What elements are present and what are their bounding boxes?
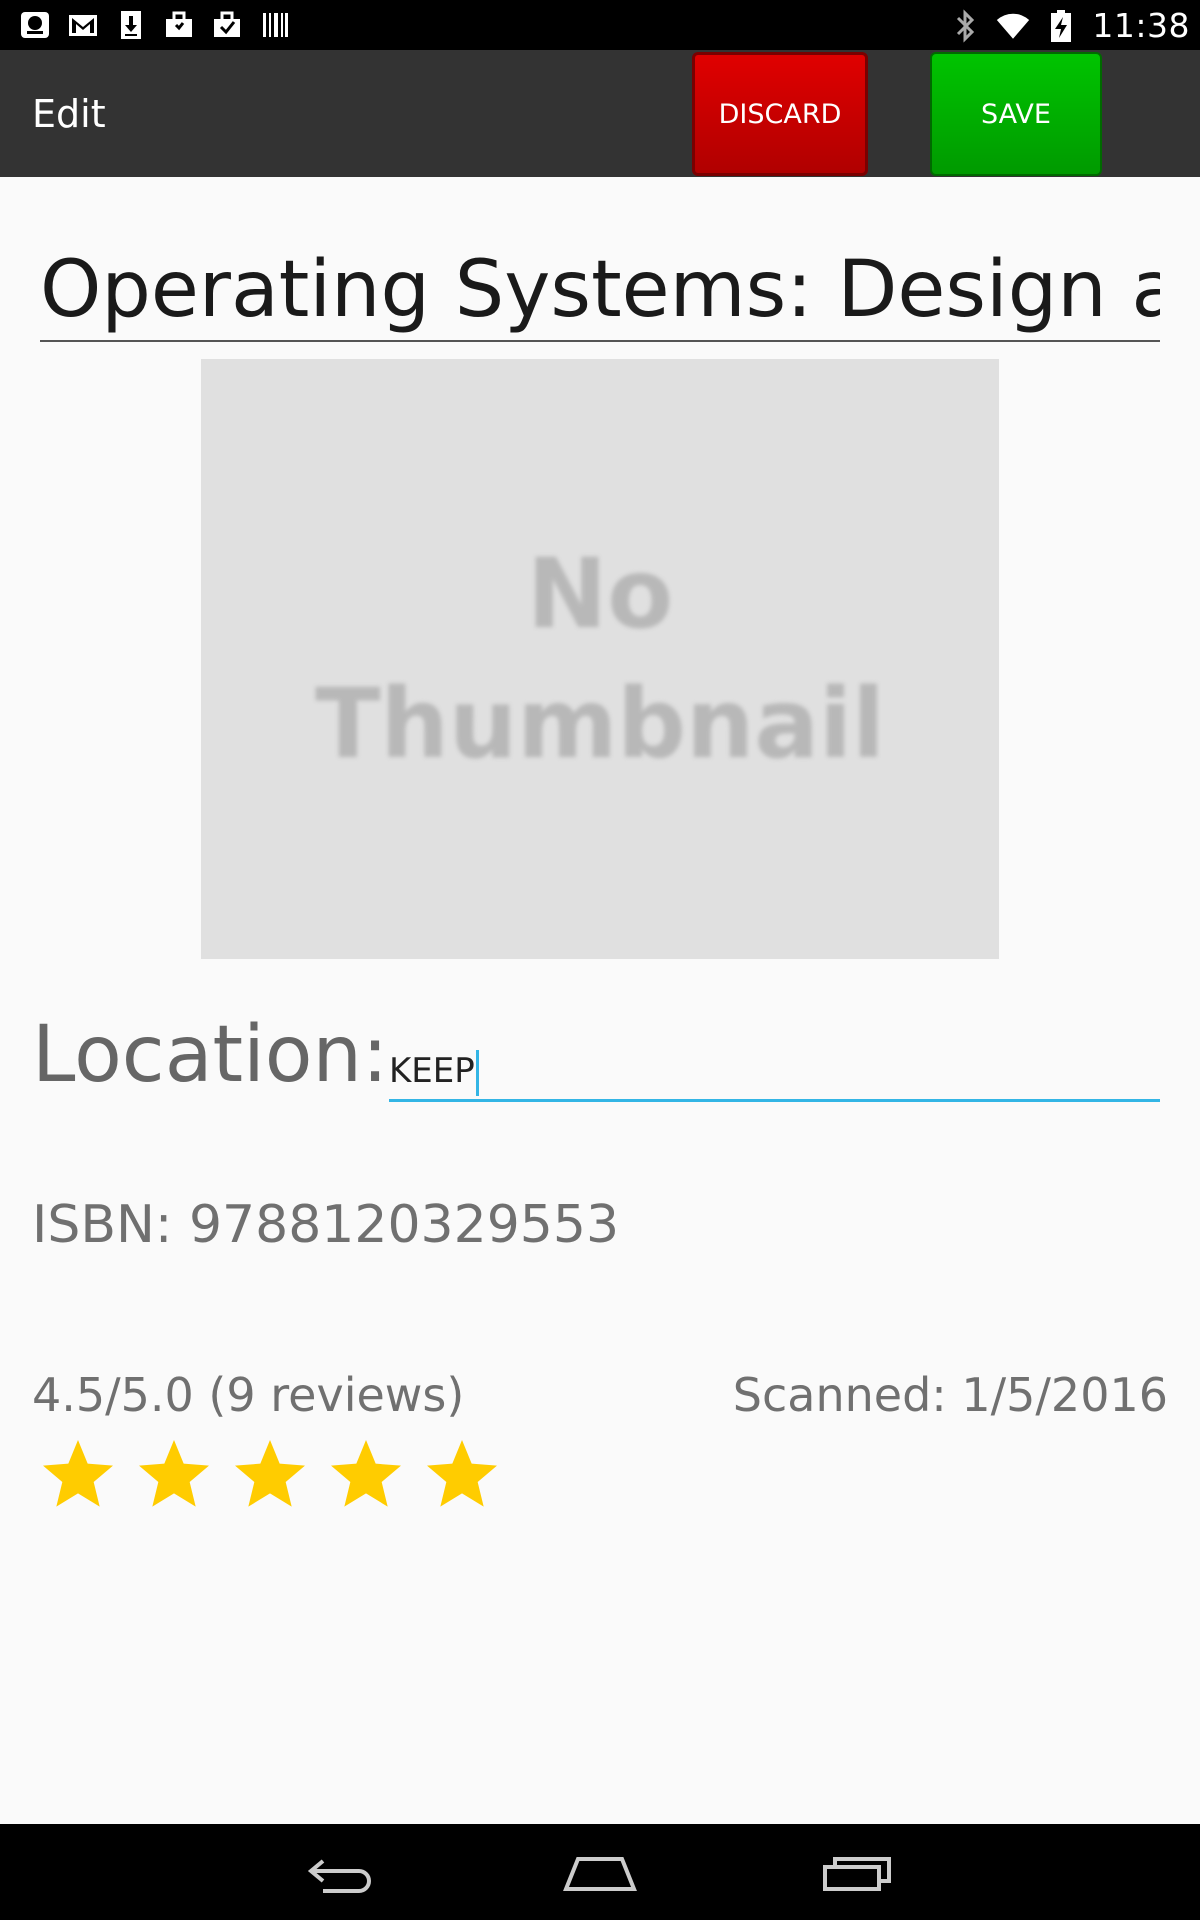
home-icon[interactable]: [555, 1848, 645, 1898]
battery-charging-icon: [1044, 9, 1078, 43]
no-thumbnail-placeholder: No Thumbnail: [201, 529, 999, 789]
star-icon: [331, 1440, 401, 1507]
status-bar: 11:38: [0, 0, 1200, 50]
app-icon: [18, 8, 52, 42]
download-icon: [114, 8, 148, 42]
star-icon: [235, 1440, 305, 1507]
title-field[interactable]: Operating Systems: Design and: [40, 238, 1160, 342]
action-bar: Edit DISCARD SAVE: [0, 50, 1200, 177]
placeholder-line-2: Thumbnail: [315, 668, 885, 780]
navigation-bar: [0, 1824, 1200, 1920]
book-thumbnail: No Thumbnail: [201, 359, 999, 959]
isbn-text: ISBN: 9788120329553: [32, 1195, 620, 1255]
rating-stars: [38, 1435, 502, 1515]
rating-text: 4.5/5.0 (9 reviews): [32, 1368, 465, 1422]
gmail-icon: [66, 8, 100, 42]
recent-apps-icon[interactable]: [812, 1848, 902, 1898]
discard-button[interactable]: DISCARD: [692, 52, 868, 176]
notification-icons: [18, 8, 292, 42]
book-title: Operating Systems: Design and: [40, 245, 1160, 335]
placeholder-line-1: No: [526, 538, 674, 650]
location-label: Location:: [32, 1010, 389, 1100]
location-input[interactable]: KEEP: [389, 1040, 1160, 1102]
star-icon: [427, 1440, 497, 1507]
star-icon: [139, 1440, 209, 1507]
save-button[interactable]: SAVE: [930, 52, 1102, 176]
screen-title: Edit: [32, 92, 106, 136]
system-icons: 11:38: [948, 6, 1190, 45]
back-icon[interactable]: [298, 1848, 388, 1898]
briefcase-icon: [162, 8, 196, 42]
star-icon: [43, 1440, 113, 1507]
bluetooth-icon: [948, 8, 982, 43]
location-value: KEEP: [389, 1051, 475, 1091]
checkmark-bag-icon: [210, 8, 244, 42]
wifi-icon: [996, 9, 1030, 43]
scanned-date: Scanned: 1/5/2016: [732, 1368, 1168, 1422]
clock: 11:38: [1092, 6, 1190, 45]
barcode-icon: [258, 8, 292, 42]
text-cursor: [475, 1049, 479, 1096]
